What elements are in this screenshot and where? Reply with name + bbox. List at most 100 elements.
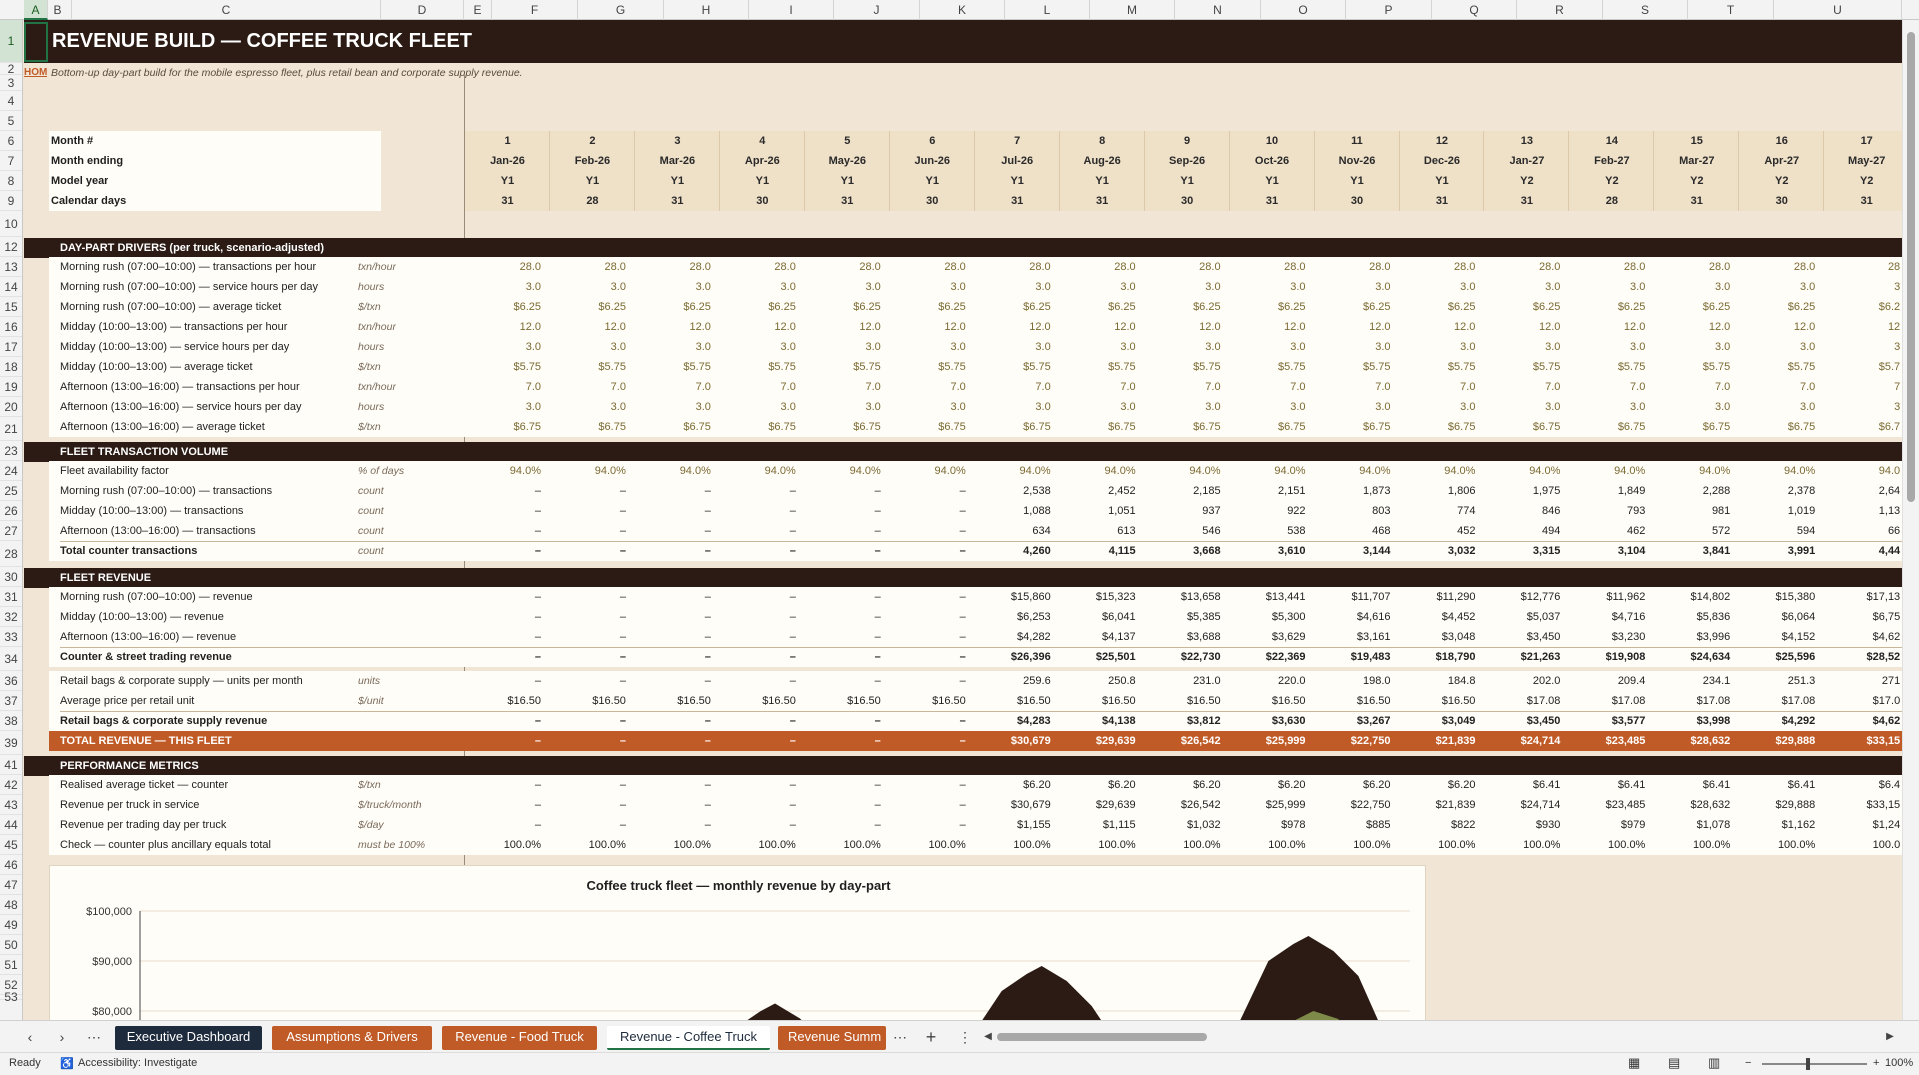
metric-value-3-12[interactable]: 100.0%	[1399, 839, 1481, 851]
retail-value-2-15[interactable]: $3,998	[1654, 715, 1736, 727]
zoom-in-icon[interactable]: +	[1873, 1057, 1879, 1069]
total-revenue-value-2[interactable]: –	[550, 735, 632, 747]
driver-value-1-17[interactable]: 3	[1824, 281, 1902, 293]
revenue-value-2-2[interactable]: –	[550, 631, 632, 643]
volume-value-3-5[interactable]: –	[805, 525, 887, 537]
driver-value-0-15[interactable]: 28.0	[1654, 261, 1736, 273]
row-header-10[interactable]: 10	[0, 211, 22, 237]
sheet-tab-3[interactable]: Revenue - Coffee Truck	[607, 1026, 770, 1050]
volume-value-1-3[interactable]: –	[635, 485, 717, 497]
volume-value-1-10[interactable]: 2,151	[1230, 485, 1312, 497]
driver-value-1-12[interactable]: 3.0	[1399, 281, 1481, 293]
driver-value-8-7[interactable]: $6.75	[975, 421, 1057, 433]
zoom-slider[interactable]	[1762, 1063, 1867, 1065]
revenue-value-0-17[interactable]: $17,13	[1824, 591, 1902, 603]
revenue-value-2-10[interactable]: $3,629	[1230, 631, 1312, 643]
revenue-value-3-3[interactable]: –	[635, 651, 717, 663]
driver-value-5-16[interactable]: $5.75	[1739, 361, 1821, 373]
revenue-value-2-11[interactable]: $3,161	[1315, 631, 1397, 643]
driver-value-4-13[interactable]: 3.0	[1484, 341, 1566, 353]
driver-value-8-12[interactable]: $6.75	[1399, 421, 1481, 433]
driver-value-4-12[interactable]: 3.0	[1399, 341, 1481, 353]
revenue-value-2-1[interactable]: –	[465, 631, 547, 643]
retail-value-1-17[interactable]: $17.0	[1824, 695, 1902, 707]
row-header-34[interactable]: 34	[0, 647, 22, 671]
volume-value-1-13[interactable]: 1,975	[1484, 485, 1566, 497]
revenue-value-0-3[interactable]: –	[635, 591, 717, 603]
driver-value-5-14[interactable]: $5.75	[1569, 361, 1651, 373]
volume-value-0-15[interactable]: 94.0%	[1654, 465, 1736, 477]
more-sheets-right-icon[interactable]: ⋯	[890, 1026, 910, 1048]
retail-value-1-7[interactable]: $16.50	[975, 695, 1057, 707]
tab-options-icon[interactable]: ⋮	[955, 1026, 975, 1048]
row-header-44[interactable]: 44	[0, 815, 22, 835]
volume-value-2-15[interactable]: 981	[1654, 505, 1736, 517]
metric-value-2-11[interactable]: $885	[1315, 819, 1397, 831]
metric-value-3-16[interactable]: 100.0%	[1739, 839, 1821, 851]
driver-value-7-9[interactable]: 3.0	[1145, 401, 1227, 413]
volume-value-2-7[interactable]: 1,088	[975, 505, 1057, 517]
volume-value-4-12[interactable]: 3,032	[1399, 545, 1481, 557]
revenue-value-3-10[interactable]: $22,369	[1230, 651, 1312, 663]
revenue-value-1-7[interactable]: $6,253	[975, 611, 1057, 623]
driver-value-0-14[interactable]: 28.0	[1569, 261, 1651, 273]
volume-value-2-14[interactable]: 793	[1569, 505, 1651, 517]
row-header-1[interactable]: 1	[0, 20, 22, 63]
total-revenue-value-8[interactable]: $29,639	[1060, 735, 1142, 747]
revenue-value-0-4[interactable]: –	[720, 591, 802, 603]
volume-value-1-17[interactable]: 2,64	[1824, 485, 1902, 497]
total-revenue-value-10[interactable]: $25,999	[1230, 735, 1312, 747]
retail-value-0-8[interactable]: 250.8	[1060, 675, 1142, 687]
driver-value-1-13[interactable]: 3.0	[1484, 281, 1566, 293]
volume-value-1-7[interactable]: 2,538	[975, 485, 1057, 497]
driver-value-8-9[interactable]: $6.75	[1145, 421, 1227, 433]
driver-value-8-2[interactable]: $6.75	[550, 421, 632, 433]
retail-value-2-10[interactable]: $3,630	[1230, 715, 1312, 727]
driver-value-2-11[interactable]: $6.25	[1315, 301, 1397, 313]
metric-value-0-1[interactable]: –	[465, 779, 547, 791]
row-header-45[interactable]: 45	[0, 835, 22, 855]
driver-value-6-9[interactable]: 7.0	[1145, 381, 1227, 393]
volume-value-1-5[interactable]: –	[805, 485, 887, 497]
metric-value-0-12[interactable]: $6.20	[1399, 779, 1481, 791]
retail-value-0-12[interactable]: 184.8	[1399, 675, 1481, 687]
revenue-value-0-11[interactable]: $11,707	[1315, 591, 1397, 603]
volume-value-2-16[interactable]: 1,019	[1739, 505, 1821, 517]
volume-value-1-14[interactable]: 1,849	[1569, 485, 1651, 497]
volume-value-0-11[interactable]: 94.0%	[1315, 465, 1397, 477]
volume-value-2-12[interactable]: 774	[1399, 505, 1481, 517]
driver-value-7-11[interactable]: 3.0	[1315, 401, 1397, 413]
driver-value-7-4[interactable]: 3.0	[720, 401, 802, 413]
driver-value-1-8[interactable]: 3.0	[1060, 281, 1142, 293]
revenue-value-0-13[interactable]: $12,776	[1484, 591, 1566, 603]
volume-value-3-10[interactable]: 538	[1230, 525, 1312, 537]
retail-value-0-7[interactable]: 259.6	[975, 675, 1057, 687]
row-header-43[interactable]: 43	[0, 795, 22, 815]
volume-value-2-17[interactable]: 1,13	[1824, 505, 1902, 517]
vertical-scroll-thumb[interactable]	[1907, 32, 1915, 502]
metric-value-2-16[interactable]: $1,162	[1739, 819, 1821, 831]
driver-value-3-5[interactable]: 12.0	[805, 321, 887, 333]
column-header-p[interactable]: P	[1346, 0, 1432, 20]
volume-value-1-4[interactable]: –	[720, 485, 802, 497]
revenue-value-3-7[interactable]: $26,396	[975, 651, 1057, 663]
volume-value-4-9[interactable]: 3,668	[1145, 545, 1227, 557]
revenue-value-0-8[interactable]: $15,323	[1060, 591, 1142, 603]
driver-value-0-2[interactable]: 28.0	[550, 261, 632, 273]
volume-value-2-9[interactable]: 937	[1145, 505, 1227, 517]
column-header-h[interactable]: H	[664, 0, 749, 20]
row-header-49[interactable]: 49	[0, 915, 22, 935]
scroll-right-icon[interactable]: ▶	[1880, 1026, 1900, 1048]
column-header-b[interactable]: B	[44, 0, 72, 20]
more-sheets-left-icon[interactable]: ⋯	[84, 1026, 104, 1048]
volume-value-4-6[interactable]: –	[890, 545, 972, 557]
revenue-value-0-9[interactable]: $13,658	[1145, 591, 1227, 603]
driver-value-8-14[interactable]: $6.75	[1569, 421, 1651, 433]
row-header-23[interactable]: 23	[0, 441, 22, 461]
retail-value-2-3[interactable]: –	[635, 715, 717, 727]
retail-value-2-2[interactable]: –	[550, 715, 632, 727]
metric-value-1-17[interactable]: $33,15	[1824, 799, 1902, 811]
driver-value-8-16[interactable]: $6.75	[1739, 421, 1821, 433]
volume-value-4-14[interactable]: 3,104	[1569, 545, 1651, 557]
driver-value-0-6[interactable]: 28.0	[890, 261, 972, 273]
